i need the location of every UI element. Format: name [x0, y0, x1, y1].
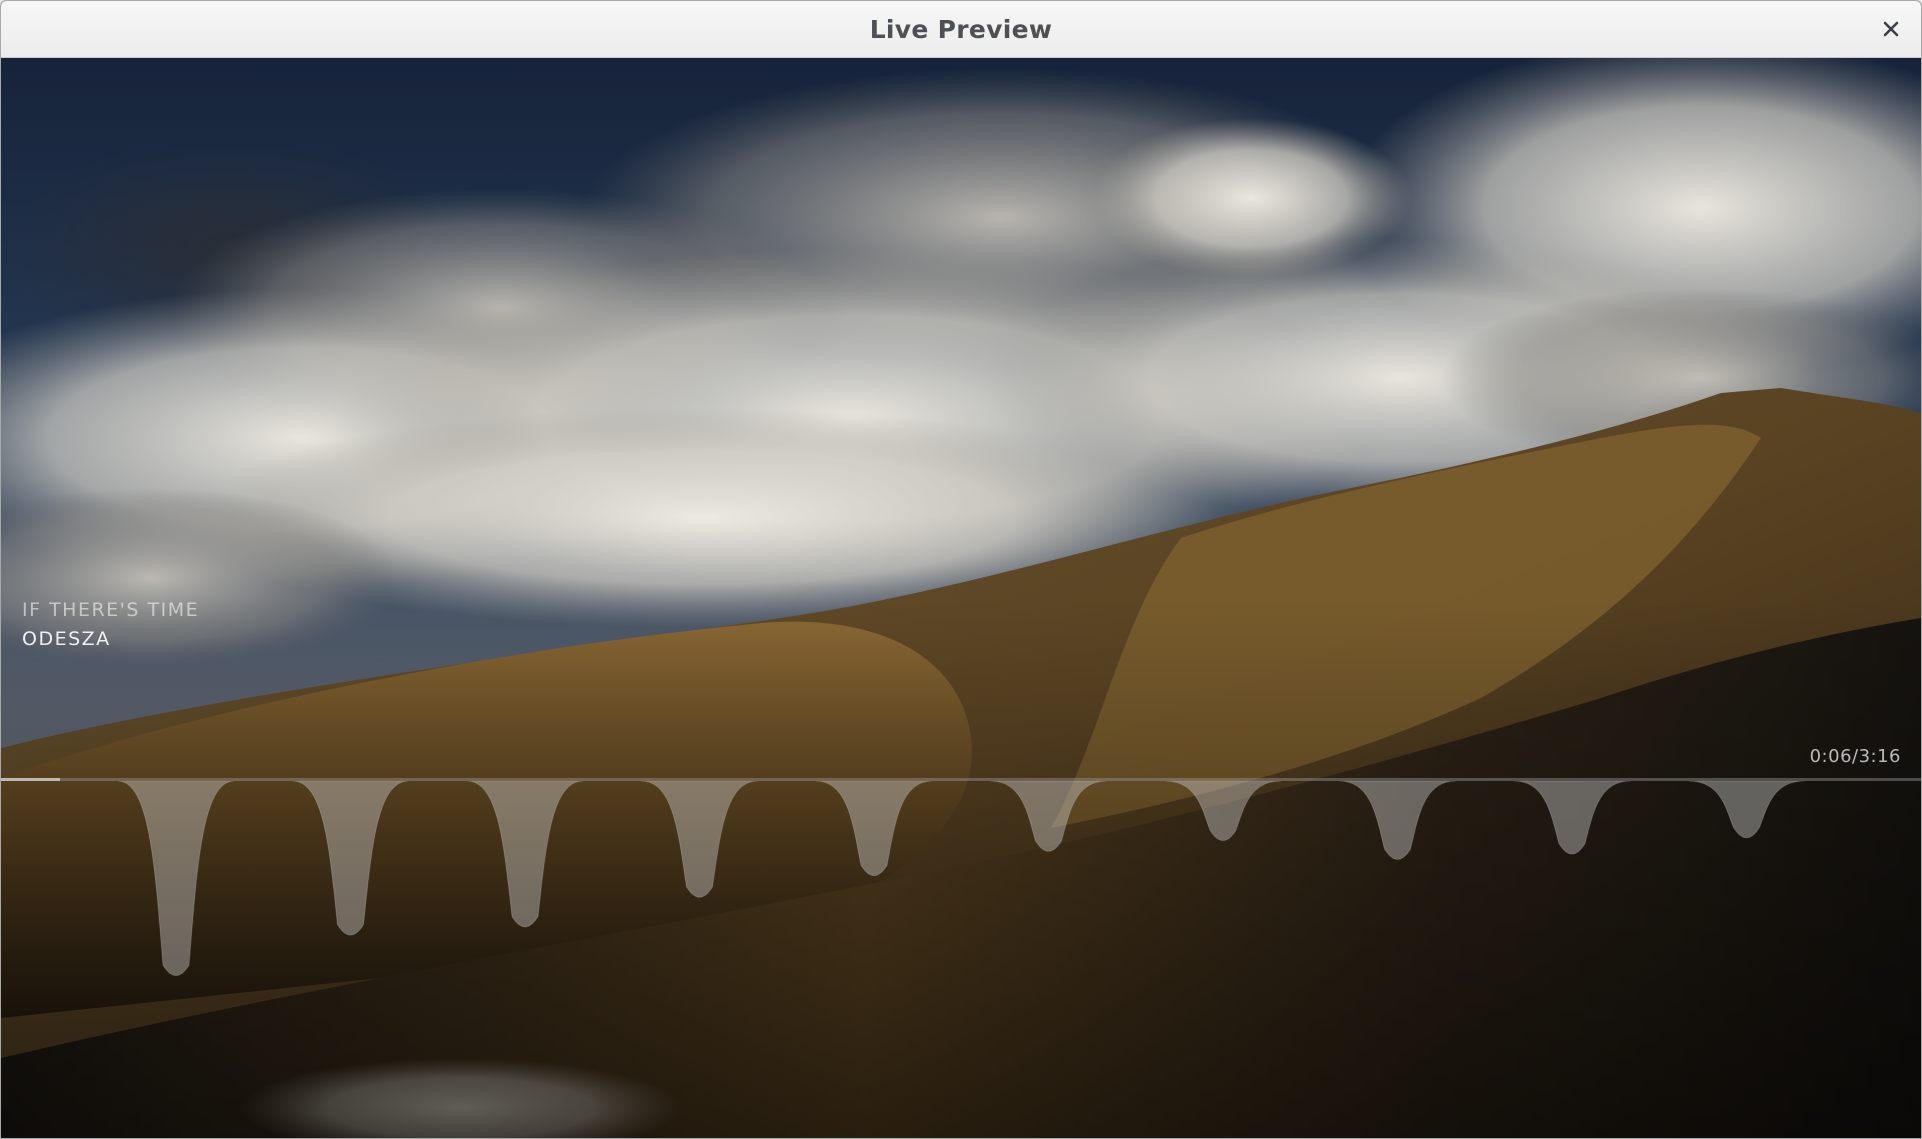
- visualizer-bar: [641, 781, 758, 898]
- audio-visualizer: [117, 781, 1805, 976]
- title-bar[interactable]: Live Preview: [1, 1, 1921, 58]
- preview-area: IF THERE'S TIME ODESZA 0:06/3:16: [1, 58, 1921, 1138]
- track-artist: ODESZA: [22, 628, 111, 650]
- window-title: Live Preview: [869, 15, 1053, 44]
- visualizer-bar: [1688, 781, 1805, 839]
- close-icon: [1883, 21, 1899, 37]
- visualizer-bar: [990, 781, 1107, 852]
- visualizer-bar: [1513, 781, 1631, 855]
- track-title: IF THERE'S TIME: [22, 599, 200, 621]
- time-readout: 0:06/3:16: [1809, 746, 1901, 767]
- live-preview-window: Live Preview IF THERE'S TIME ODESZA 0:06…: [0, 0, 1922, 1139]
- visualizer-bar: [117, 781, 235, 976]
- visualizer-bar: [815, 781, 933, 877]
- visualizer-bar: [1339, 781, 1456, 860]
- visualizer-bar: [466, 781, 584, 928]
- visualizer-bar: [1164, 781, 1282, 841]
- close-button[interactable]: [1875, 13, 1907, 45]
- visualizer-bar: [292, 781, 409, 936]
